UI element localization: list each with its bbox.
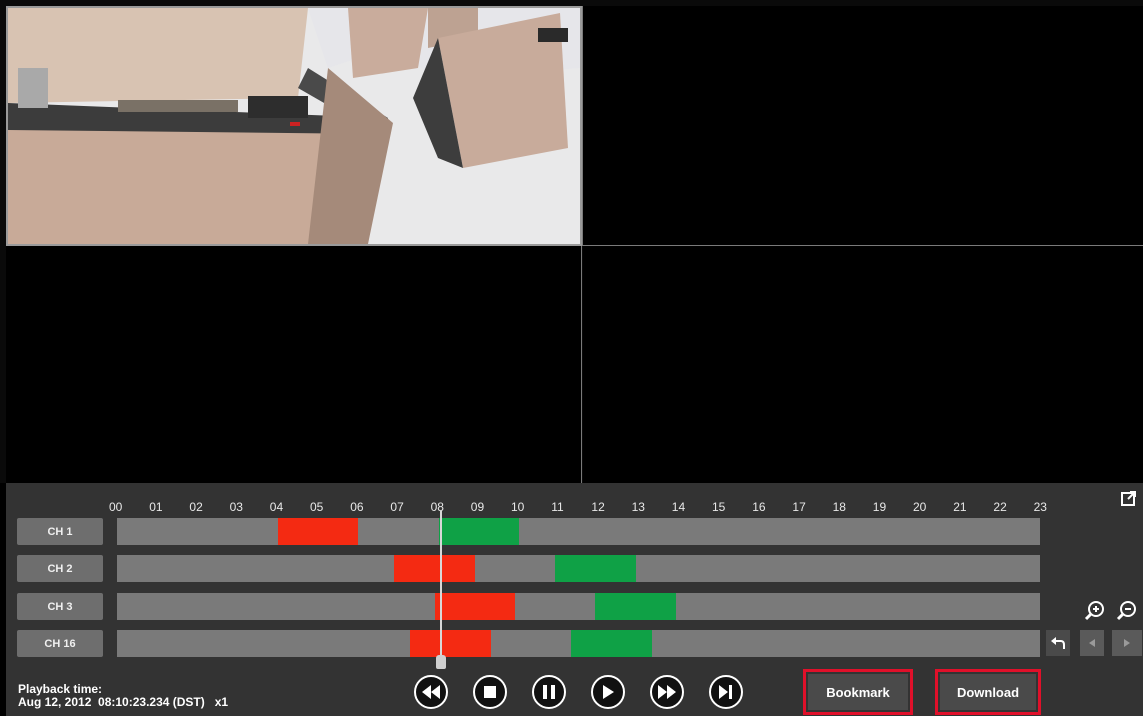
hour-label: 20 xyxy=(913,500,927,514)
play-icon xyxy=(603,685,614,699)
rewind-button[interactable] xyxy=(414,675,448,709)
scroll-left-button[interactable] xyxy=(1080,630,1104,656)
hour-label: 13 xyxy=(631,500,645,514)
play-button[interactable] xyxy=(591,675,625,709)
zoom-out-icon xyxy=(1116,601,1136,621)
bookmark-button[interactable]: Bookmark xyxy=(803,669,913,715)
pause-button[interactable] xyxy=(532,675,566,709)
hour-label: 18 xyxy=(832,500,846,514)
channel-button[interactable]: CH 1 xyxy=(17,518,103,545)
hour-label: 09 xyxy=(470,500,485,514)
event-recording-segment[interactable] xyxy=(434,593,515,620)
chevron-right-icon xyxy=(1124,639,1130,647)
channel-button[interactable]: CH 16 xyxy=(17,630,103,657)
fast-forward-button[interactable] xyxy=(650,675,684,709)
hour-label: 02 xyxy=(189,500,203,514)
event-recording-segment[interactable] xyxy=(410,630,491,657)
zoom-out-button[interactable] xyxy=(1114,597,1140,623)
pause-icon xyxy=(543,685,555,699)
camera-view-2[interactable] xyxy=(582,6,1143,246)
normal-recording-segment[interactable] xyxy=(571,630,652,657)
channel-track[interactable] xyxy=(117,518,1040,545)
hour-label: 11 xyxy=(551,500,564,514)
expand-icon[interactable] xyxy=(1121,490,1137,506)
channel-button[interactable]: CH 2 xyxy=(17,555,103,582)
chevron-left-icon xyxy=(1089,639,1095,647)
stop-icon xyxy=(484,686,496,698)
hour-label: 21 xyxy=(953,500,967,514)
playback-time: Playback time: Aug 12, 2012 08:10:23.234… xyxy=(18,683,228,709)
zoom-in-icon xyxy=(1084,601,1104,621)
rewind-icon xyxy=(422,685,440,699)
normal-recording-segment[interactable] xyxy=(595,593,676,620)
return-arrow-icon xyxy=(1051,637,1065,649)
normal-recording-segment[interactable] xyxy=(555,555,636,582)
return-button[interactable] xyxy=(1046,630,1070,656)
hour-label: 03 xyxy=(229,500,243,514)
hour-label: 17 xyxy=(792,500,806,514)
playback-time-value: Aug 12, 2012 08:10:23.234 (DST) x1 xyxy=(18,695,229,709)
event-recording-segment[interactable] xyxy=(394,555,475,582)
hour-label: 23 xyxy=(1033,500,1047,514)
hour-label: 22 xyxy=(993,500,1007,514)
hour-label: 16 xyxy=(752,500,766,514)
event-recording-segment[interactable] xyxy=(277,518,359,545)
video-grid xyxy=(0,0,1143,483)
camera-view-3[interactable] xyxy=(6,246,582,483)
hour-label: 14 xyxy=(671,500,686,514)
camera-view-1[interactable] xyxy=(6,6,582,246)
playhead-handle[interactable] xyxy=(436,655,446,669)
zoom-in-button[interactable] xyxy=(1082,597,1108,623)
hour-label: 10 xyxy=(511,500,525,514)
hour-label: 00 xyxy=(109,500,123,514)
next-frame-button[interactable] xyxy=(709,675,743,709)
camera-view-4[interactable] xyxy=(583,246,1143,483)
download-button[interactable]: Download xyxy=(935,669,1041,715)
hour-label: 15 xyxy=(712,500,726,514)
hour-label: 07 xyxy=(390,500,404,514)
fast-forward-icon xyxy=(658,685,676,699)
hour-label: 04 xyxy=(269,500,284,514)
channel-track[interactable] xyxy=(117,555,1040,582)
camera-feed-image xyxy=(8,8,580,244)
hour-label: 19 xyxy=(872,500,887,514)
normal-recording-segment[interactable] xyxy=(438,518,519,545)
channel-track[interactable] xyxy=(117,630,1040,657)
channel-button[interactable]: CH 3 xyxy=(17,593,103,620)
stop-button[interactable] xyxy=(473,675,507,709)
skip-end-icon xyxy=(719,685,732,699)
scroll-right-button[interactable] xyxy=(1112,630,1142,656)
channel-track[interactable] xyxy=(117,593,1040,620)
hour-label: 12 xyxy=(591,500,605,514)
hour-label: 06 xyxy=(350,500,364,514)
playhead-line xyxy=(440,511,442,661)
hour-label: 01 xyxy=(149,500,163,514)
hour-label: 05 xyxy=(310,500,324,514)
